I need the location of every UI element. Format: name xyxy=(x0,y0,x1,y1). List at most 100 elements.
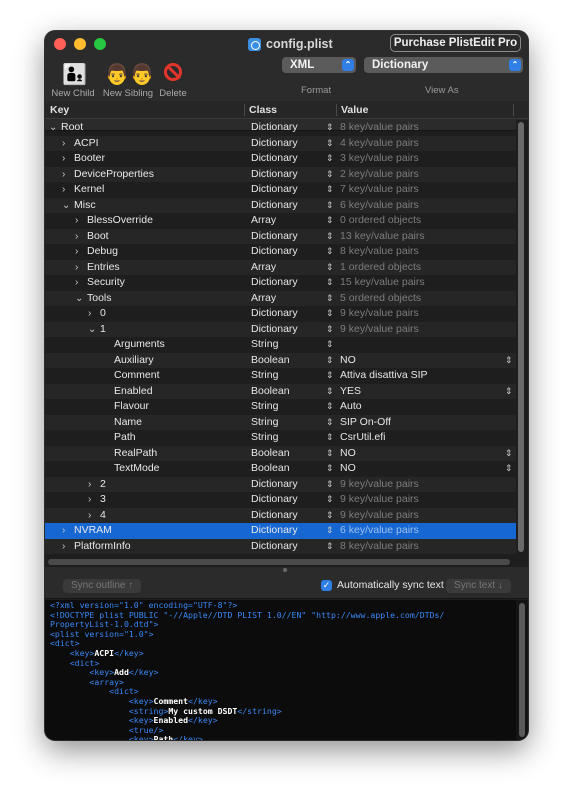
class-stepper-icon[interactable]: ⇕ xyxy=(326,415,334,431)
row-class[interactable]: Dictionary xyxy=(251,275,298,291)
disclosure-collapsed-icon[interactable]: › xyxy=(88,508,100,524)
disclosure-collapsed-icon[interactable]: › xyxy=(88,306,100,322)
row-value[interactable]: NO xyxy=(340,446,356,462)
zoom-window-button[interactable] xyxy=(94,38,106,50)
boolean-popup-icon[interactable]: ⇕ xyxy=(505,384,513,400)
row-value[interactable]: 0 ordered objects xyxy=(340,213,421,229)
minimize-window-button[interactable] xyxy=(74,38,86,50)
outline-row[interactable]: › NVRAM Dictionary ⇕ 6 key/value pairs xyxy=(45,523,516,539)
class-stepper-icon[interactable]: ⇕ xyxy=(326,446,334,462)
class-stepper-icon[interactable]: ⇕ xyxy=(326,477,334,493)
format-popup[interactable]: XML ⌃ xyxy=(282,57,356,73)
disclosure-expanded-icon[interactable]: ⌄ xyxy=(75,291,87,307)
outline-row[interactable]: ⌄ Root Dictionary ⇕ 8 key/value pairs xyxy=(45,120,516,136)
disclosure-expanded-icon[interactable]: ⌄ xyxy=(62,198,74,214)
class-stepper-icon[interactable]: ⇕ xyxy=(326,120,334,136)
class-stepper-icon[interactable]: ⇕ xyxy=(326,337,334,353)
row-class[interactable]: Array xyxy=(251,213,276,229)
row-class[interactable]: String xyxy=(251,337,278,353)
outline-view[interactable]: ⌄ Root Dictionary ⇕ 8 key/value pairs › ACPI Di… xyxy=(45,120,516,557)
outline-row[interactable]: › BlessOverride Array ⇕ 0 ordered objects xyxy=(45,213,516,229)
outline-row[interactable]: › ACPI Dictionary ⇕ 4 key/value pairs xyxy=(45,135,516,152)
close-window-button[interactable] xyxy=(54,38,66,50)
boolean-popup-icon[interactable]: ⇕ xyxy=(505,446,513,462)
outline-row[interactable]: › 0 Dictionary ⇕ 9 key/value pairs xyxy=(45,306,516,322)
class-stepper-icon[interactable]: ⇕ xyxy=(326,508,334,524)
outline-row[interactable]: › Entries Array ⇕ 1 ordered objects xyxy=(45,259,516,276)
class-stepper-icon[interactable]: ⇕ xyxy=(326,260,334,276)
row-value[interactable]: 9 key/value pairs xyxy=(340,477,419,493)
row-class[interactable]: Dictionary xyxy=(251,151,298,167)
row-class[interactable]: Dictionary xyxy=(251,244,298,260)
outline-row[interactable]: Name String ⇕ SIP On-Off xyxy=(45,414,516,431)
row-class[interactable]: Dictionary xyxy=(251,198,298,214)
class-stepper-icon[interactable]: ⇕ xyxy=(326,291,334,307)
row-class[interactable]: Dictionary xyxy=(251,322,298,338)
row-value[interactable]: 6 key/value pairs xyxy=(340,523,419,539)
class-stepper-icon[interactable]: ⇕ xyxy=(326,136,334,152)
row-class[interactable]: Dictionary xyxy=(251,167,298,183)
column-value-header[interactable]: Value xyxy=(341,104,368,116)
column-key-header[interactable]: Key xyxy=(50,104,69,116)
row-class[interactable]: Boolean xyxy=(251,353,290,369)
row-class[interactable]: Dictionary xyxy=(251,523,298,539)
disclosure-expanded-icon[interactable]: ⌄ xyxy=(88,322,100,338)
row-value[interactable]: 8 key/value pairs xyxy=(340,539,419,555)
outline-row[interactable]: Comment String ⇕ Attiva disattiva SIP xyxy=(45,368,516,384)
row-class[interactable]: Dictionary xyxy=(251,229,298,245)
disclosure-collapsed-icon[interactable]: › xyxy=(75,229,87,245)
class-stepper-icon[interactable]: ⇕ xyxy=(326,229,334,245)
disclosure-collapsed-icon[interactable]: › xyxy=(75,275,87,291)
row-value[interactable]: 6 key/value pairs xyxy=(340,198,419,214)
outline-row[interactable]: ⌄ 1 Dictionary ⇕ 9 key/value pairs xyxy=(45,321,516,338)
row-class[interactable]: Dictionary xyxy=(251,182,298,198)
outline-row[interactable]: › Debug Dictionary ⇕ 8 key/value pairs xyxy=(45,244,516,260)
row-value[interactable]: NO xyxy=(340,461,356,477)
class-stepper-icon[interactable]: ⇕ xyxy=(326,399,334,415)
disclosure-collapsed-icon[interactable]: › xyxy=(75,260,87,276)
outline-row[interactable]: › Kernel Dictionary ⇕ 7 key/value pairs xyxy=(45,182,516,198)
row-value[interactable]: 9 key/value pairs xyxy=(340,306,419,322)
column-class-header[interactable]: Class xyxy=(249,104,277,116)
class-stepper-icon[interactable]: ⇕ xyxy=(326,322,334,338)
row-value[interactable]: 13 key/value pairs xyxy=(340,229,425,245)
row-value[interactable]: 15 key/value pairs xyxy=(340,275,425,291)
sync-text-button[interactable]: Sync text ↓ xyxy=(446,579,511,593)
outline-row[interactable]: › Booter Dictionary ⇕ 3 key/value pairs xyxy=(45,151,516,167)
class-stepper-icon[interactable]: ⇕ xyxy=(326,306,334,322)
row-class[interactable]: String xyxy=(251,368,278,384)
row-class[interactable]: Dictionary xyxy=(251,539,298,555)
outline-vertical-scrollbar[interactable] xyxy=(516,120,528,557)
delete-button[interactable]: Delete xyxy=(156,57,190,99)
row-value[interactable]: 2 key/value pairs xyxy=(340,167,419,183)
row-value[interactable]: 3 key/value pairs xyxy=(340,151,419,167)
outline-row[interactable]: ⌄ Tools Array ⇕ 5 ordered objects xyxy=(45,290,516,307)
outline-row[interactable]: TextMode Boolean ⇕ NO ⇕ xyxy=(45,461,516,477)
disclosure-collapsed-icon[interactable]: › xyxy=(62,539,74,555)
row-class[interactable]: Boolean xyxy=(251,384,290,400)
disclosure-collapsed-icon[interactable]: › xyxy=(62,523,74,539)
class-stepper-icon[interactable]: ⇕ xyxy=(326,353,334,369)
class-stepper-icon[interactable]: ⇕ xyxy=(326,368,334,384)
outline-row[interactable]: Arguments String ⇕ xyxy=(45,337,516,353)
row-value[interactable]: 9 key/value pairs xyxy=(340,508,419,524)
row-value[interactable]: Auto xyxy=(340,399,362,415)
row-value[interactable]: 9 key/value pairs xyxy=(340,492,419,508)
disclosure-expanded-icon[interactable]: ⌄ xyxy=(49,120,61,136)
auto-sync-checkbox[interactable]: ✓ xyxy=(321,580,332,591)
row-value[interactable]: Attiva disattiva SIP xyxy=(340,368,428,384)
outline-row[interactable]: Auxiliary Boolean ⇕ NO ⇕ xyxy=(45,352,516,369)
outline-row[interactable]: Enabled Boolean ⇕ YES ⇕ xyxy=(45,383,516,400)
outline-row[interactable]: › 3 Dictionary ⇕ 9 key/value pairs xyxy=(45,492,516,508)
class-stepper-icon[interactable]: ⇕ xyxy=(326,151,334,167)
row-class[interactable]: Array xyxy=(251,260,276,276)
xml-text-editor[interactable]: <?xml version="1.0" encoding="UTF-8"?> <!… xyxy=(45,600,516,740)
class-stepper-icon[interactable]: ⇕ xyxy=(326,384,334,400)
outline-horizontal-scrollbar[interactable] xyxy=(45,557,516,567)
class-stepper-icon[interactable]: ⇕ xyxy=(326,461,334,477)
disclosure-collapsed-icon[interactable]: › xyxy=(62,167,74,183)
row-value[interactable]: SIP On-Off xyxy=(340,415,391,431)
row-value[interactable]: 8 key/value pairs xyxy=(340,244,419,260)
disclosure-collapsed-icon[interactable]: › xyxy=(88,477,100,493)
disclosure-collapsed-icon[interactable]: › xyxy=(62,151,74,167)
